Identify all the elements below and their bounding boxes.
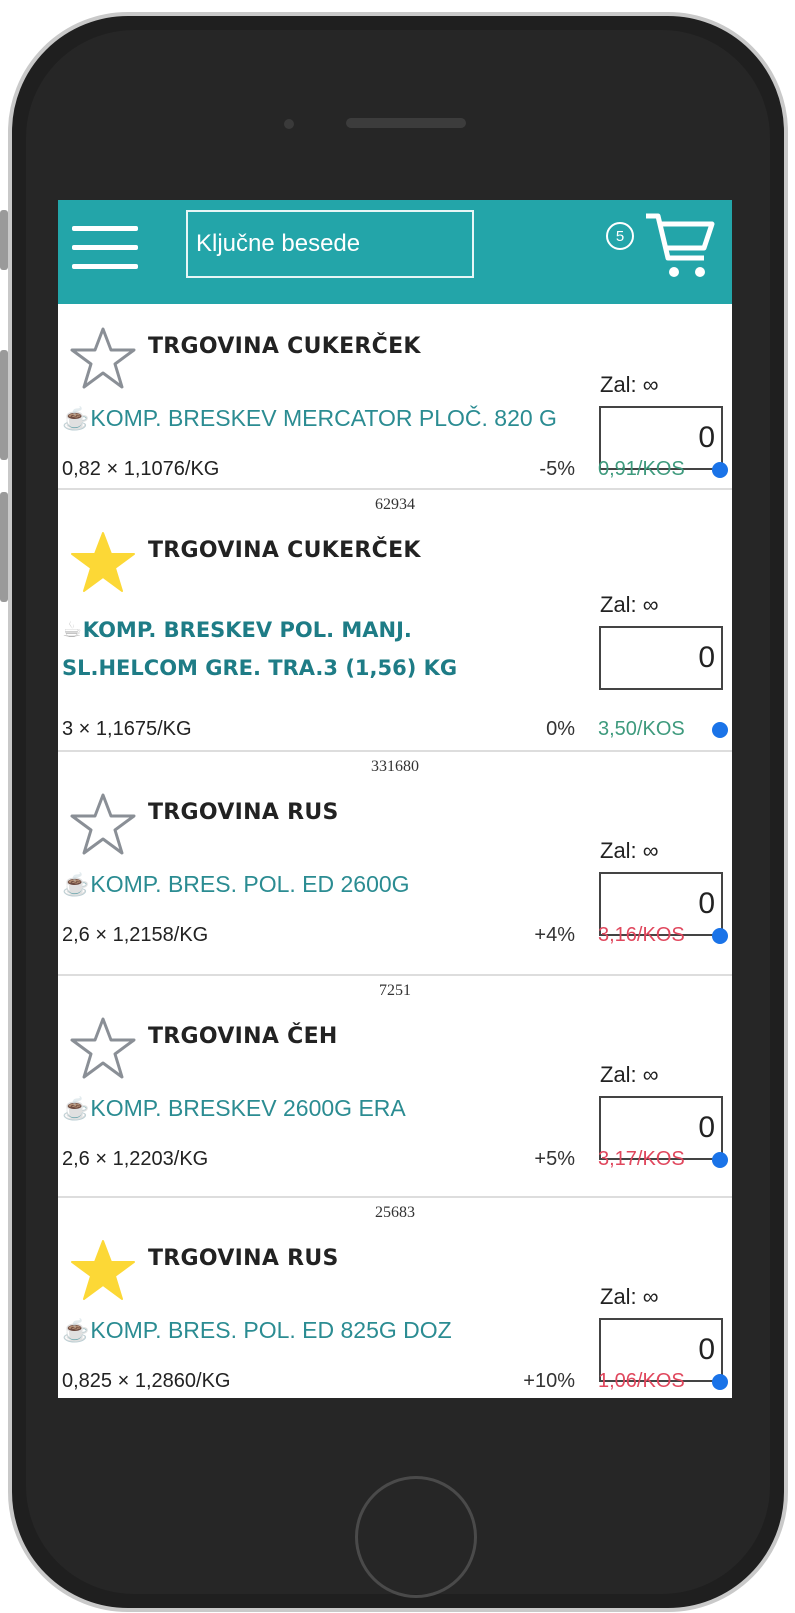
volume-down-button bbox=[0, 492, 8, 602]
product-item[interactable]: TRGOVINA CUKERČEK Zal: ∞ 0 ☕KOMP. BRESKEV M… bbox=[58, 304, 732, 490]
piece-price: 3,17/KOS bbox=[598, 1148, 685, 1170]
store-name: TRGOVINA ČEH bbox=[148, 1024, 338, 1049]
piece-price: 3,50/KOS bbox=[598, 718, 685, 740]
product-code: 331680 bbox=[371, 758, 419, 775]
search-input[interactable]: Ključne besede bbox=[186, 210, 474, 278]
star-icon[interactable] bbox=[70, 326, 136, 390]
stock-label: Zal: ∞ bbox=[600, 372, 659, 397]
quantity-input[interactable]: 0 bbox=[599, 626, 723, 690]
price-change: 0% bbox=[546, 718, 575, 740]
piece-price: 3,16/KOS bbox=[598, 924, 685, 946]
unit-price: 3 × 1,1675/KG bbox=[62, 718, 192, 740]
status-dot bbox=[712, 1374, 728, 1390]
shopping-cart-icon[interactable] bbox=[644, 210, 716, 280]
mute-switch bbox=[0, 210, 8, 270]
store-name: TRGOVINA CUKERČEK bbox=[148, 334, 421, 359]
mug-icon: ☕ bbox=[62, 1096, 90, 1121]
unit-price: 2,6 × 1,2158/KG bbox=[62, 924, 209, 946]
star-icon[interactable] bbox=[70, 1016, 136, 1080]
unit-price: 2,6 × 1,2203/KG bbox=[62, 1148, 209, 1170]
stock-label: Zal: ∞ bbox=[600, 838, 659, 863]
piece-price: 1,06/KOS bbox=[598, 1370, 685, 1392]
status-dot bbox=[712, 1152, 728, 1168]
product-code: 62934 bbox=[375, 496, 415, 513]
star-icon[interactable] bbox=[70, 792, 136, 856]
star-icon[interactable] bbox=[70, 530, 136, 594]
status-dot bbox=[712, 928, 728, 944]
product-item[interactable]: 25683 TRGOVINA RUS Zal: ∞ 0 ☕KOMP. BRES. POL… bbox=[58, 1198, 732, 1398]
unit-price: 0,82 × 1,1076/KG bbox=[62, 458, 220, 480]
product-name[interactable]: ☕KOMP. BRESKEV MERCATOR PLOČ. 820 G bbox=[62, 398, 557, 439]
stock-label: Zal: ∞ bbox=[600, 1284, 659, 1309]
store-name: TRGOVINA CUKERČEK bbox=[148, 538, 421, 563]
star-icon[interactable] bbox=[70, 1238, 136, 1302]
mug-icon: ☕ bbox=[62, 618, 82, 643]
product-name[interactable]: ☕KOMP. BRES. POL. ED 825G DOZ bbox=[62, 1310, 452, 1351]
product-name[interactable]: ☕KOMP. BRESKEV 2600G ERA bbox=[62, 1088, 406, 1129]
store-name: TRGOVINA RUS bbox=[148, 1246, 339, 1271]
price-change: +10% bbox=[523, 1370, 575, 1392]
status-dot bbox=[712, 462, 728, 478]
mug-icon: ☕ bbox=[62, 872, 90, 897]
product-name[interactable]: ☕KOMP. BRESKEV POL. MANJ. bbox=[62, 610, 412, 651]
product-name[interactable]: ☕KOMP. BRES. POL. ED 2600G bbox=[62, 864, 410, 905]
camera-icon bbox=[284, 119, 294, 129]
price-change: +4% bbox=[534, 924, 575, 946]
product-code: 7251 bbox=[379, 982, 411, 999]
product-item[interactable]: 62934 TRGOVINA CUKERČEK Zal: ∞ 0 ☕KOMP. BRES… bbox=[58, 490, 732, 752]
product-item[interactable]: 331680 TRGOVINA RUS Zal: ∞ 0 ☕KOMP. BRES. PO… bbox=[58, 752, 732, 976]
cart-count-badge: 5 bbox=[606, 222, 634, 250]
unit-price: 0,825 × 1,2860/KG bbox=[62, 1370, 231, 1392]
product-item[interactable]: 7251 TRGOVINA ČEH Zal: ∞ 0 ☕KOMP. BRESKEV 26… bbox=[58, 976, 732, 1198]
status-dot bbox=[712, 722, 728, 738]
store-name: TRGOVINA RUS bbox=[148, 800, 339, 825]
mug-icon: ☕ bbox=[62, 406, 90, 431]
product-code: 25683 bbox=[375, 1204, 415, 1221]
product-name-line2[interactable]: SL.HELCOM GRE. TRA.3 (1,56) KG bbox=[62, 648, 457, 688]
mug-icon: ☕ bbox=[62, 1318, 90, 1343]
stock-label: Zal: ∞ bbox=[600, 1062, 659, 1087]
hamburger-icon[interactable] bbox=[72, 226, 138, 270]
stock-label: Zal: ∞ bbox=[600, 592, 659, 617]
piece-price: 0,91/KOS bbox=[598, 458, 685, 480]
app-screen: Ključne besede 5 TRGOVINA CUKERČEK Zal: ∞… bbox=[58, 200, 732, 1398]
price-change: +5% bbox=[534, 1148, 575, 1170]
volume-up-button bbox=[0, 350, 8, 460]
home-button[interactable] bbox=[355, 1476, 477, 1598]
top-bar: Ključne besede 5 bbox=[58, 200, 732, 304]
speaker-grille bbox=[346, 118, 466, 128]
price-change: -5% bbox=[539, 458, 575, 480]
